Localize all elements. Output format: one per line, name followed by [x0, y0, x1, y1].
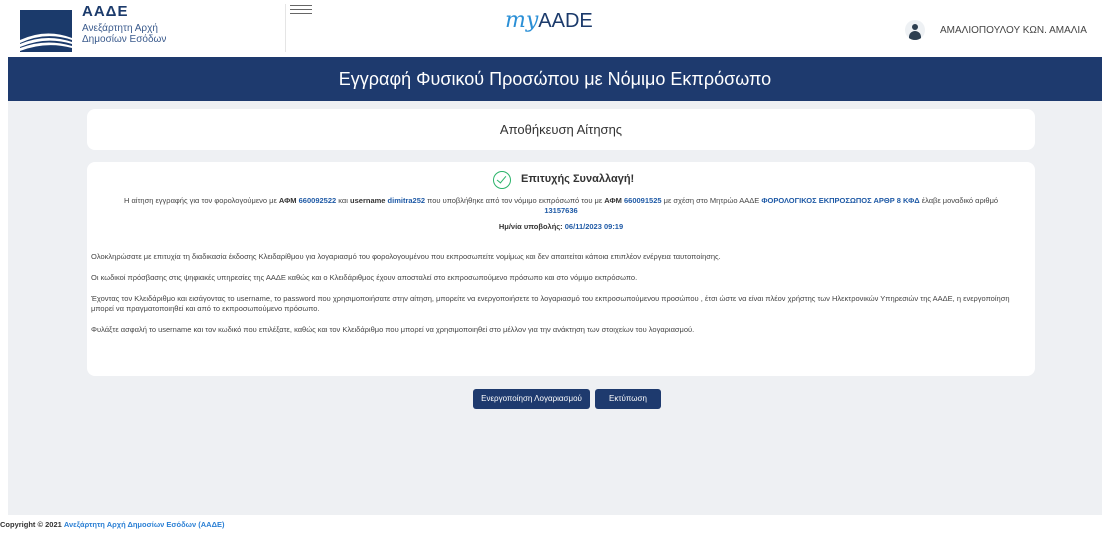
activate-account-button[interactable]: Ενεργοποίηση Λογαριασμού	[473, 389, 590, 409]
msg-text: και	[336, 196, 351, 205]
print-button[interactable]: Εκτύπωση	[595, 389, 661, 409]
save-application-heading: Αποθήκευση Αίτησης	[87, 109, 1035, 150]
success-title: Επιτυχής Συναλλαγή!	[521, 173, 635, 185]
site-header: ΑΑΔΕ Ανεξάρτητη Αρχή Δημοσίων Εσόδων myA…	[0, 0, 1102, 57]
date-value: 06/11/2023 09:19	[564, 222, 624, 231]
msg-text: με σχέση στο Μητρώο ΑΑΔΕ	[661, 196, 762, 205]
check-circle-icon	[493, 171, 511, 189]
logo-acronym: ΑΑΔΕ	[82, 3, 129, 20]
taxpayer-username: dimitra252	[387, 196, 426, 205]
brand-aade: AADE	[538, 10, 593, 32]
copyright-text: Copyright © 2021	[0, 520, 64, 529]
taxpayer-afm: 660092522	[298, 196, 337, 205]
copyright: Copyright © 2021 Ανεξάρτητη Αρχή Δημοσίω…	[0, 520, 224, 529]
relation-type: ΦΟΡΟΛΟΓΙΚΟΣ ΕΚΠΡΟΣΩΠΟΣ ΑΡΘΡ 8 ΚΦΔ	[761, 196, 920, 205]
msg-text: που υποβλήθηκε από τον νόμιμο εκπρόσωπό …	[425, 196, 605, 205]
logo-subtitle-line1: Ανεξάρτητη Αρχή	[82, 23, 158, 34]
username-label: username	[350, 196, 386, 205]
user-name[interactable]: ΑΜΑΛΙΟΠΟΥΛΟΥ ΚΩΝ. ΑΜΑΛΙΑ	[940, 25, 1087, 36]
afm-label: ΑΦΜ	[278, 196, 297, 205]
myaade-brand[interactable]: myAADE	[505, 8, 593, 33]
user-avatar-icon[interactable]	[905, 20, 925, 40]
unique-number: 13157636	[544, 206, 578, 215]
aade-link[interactable]: Ανεξάρτητη Αρχή Δημοσίων Εσόδων (ΑΑΔΕ)	[64, 520, 225, 529]
representative-afm: 660091525	[624, 196, 662, 205]
submission-date: Ημ/νία υποβολής: 06/11/2023 09:19	[87, 222, 1035, 231]
date-label: Ημ/νία υποβολής:	[498, 222, 563, 231]
page-title: Εγγραφή Φυσικού Προσώπου με Νόμιμο Εκπρό…	[8, 57, 1102, 101]
brand-my: my	[505, 8, 539, 33]
info-paragraph: Ολοκληρώσατε με επιτυχία τη διαδικασία έ…	[91, 252, 721, 261]
footer: Copyright © 2021 Ανεξάρτητη Αρχή Δημοσίω…	[0, 515, 1102, 535]
msg-text: Η αίτηση εγγραφής για τον φορολογούμενο …	[123, 196, 279, 205]
result-card: Επιτυχής Συναλλαγή! Η αίτηση εγγραφής γι…	[87, 162, 1035, 376]
afm-label: ΑΦΜ	[604, 196, 622, 205]
hamburger-menu-icon[interactable]	[290, 2, 312, 20]
header-divider	[285, 4, 286, 52]
aade-logo-icon[interactable]	[20, 10, 72, 52]
submission-message: Η αίτηση εγγραφής για τον φορολογούμενο …	[95, 196, 1027, 216]
info-paragraph: Φυλάξτε ασφαλή το username και τον κωδικ…	[91, 325, 695, 334]
logo-subtitle-line2: Δημοσίων Εσόδων	[82, 34, 167, 45]
msg-text: έλαβε μοναδικό αριθμό	[919, 196, 999, 205]
info-paragraph: Έχοντας τον Κλειδάριθμο και εισάγοντας τ…	[91, 294, 1010, 313]
info-paragraph: Οι κωδικοί πρόσβασης στις ψηφιακές υπηρε…	[91, 273, 638, 282]
